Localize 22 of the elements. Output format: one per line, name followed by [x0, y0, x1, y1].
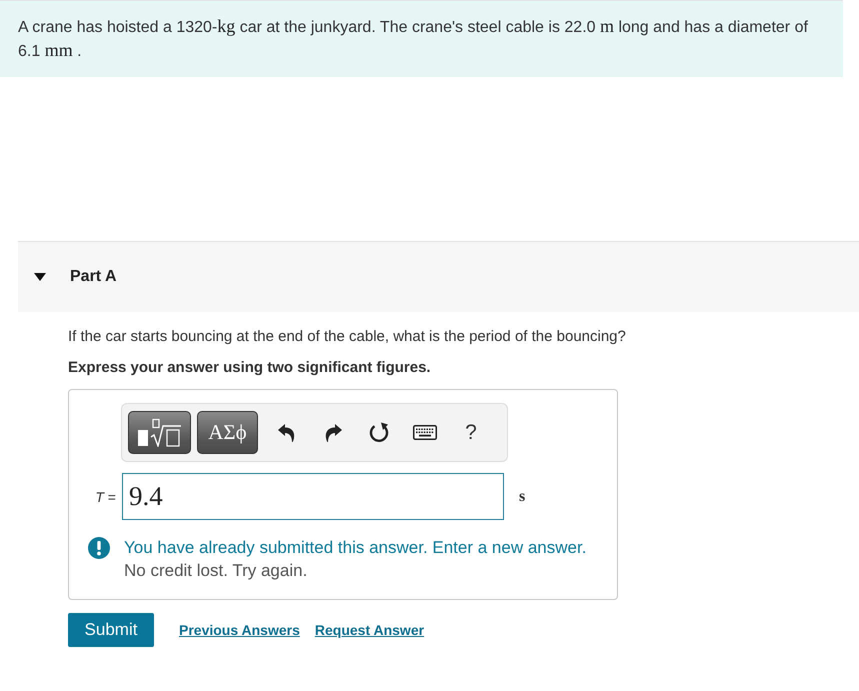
answer-link[interactable]: Request Answer — [314, 622, 424, 638]
alert-icon — [88, 537, 110, 559]
undo-icon — [278, 422, 296, 442]
problem-statement: A crane has hoisted a 1320-kg car at the junkyard. The crane's steel cable is 22.0 m long and has a diameter of 6.1 mm . — [0, 0, 843, 77]
symbols-button[interactable]: ΑΣϕ — [197, 411, 258, 454]
radical-template-icon — [137, 418, 182, 447]
redo-icon — [324, 422, 342, 442]
caret-down-icon[interactable] — [34, 273, 46, 281]
keyboard-icon — [413, 425, 437, 440]
feedback-message: You have already submitted this answer. Enter a new answer. — [124, 537, 586, 559]
unit-label: s — [519, 488, 526, 506]
reset-icon — [368, 422, 390, 444]
help-button[interactable]: ? — [448, 412, 494, 452]
variable-label: T = — [94, 488, 117, 504]
answer-link[interactable]: Previous Answers — [179, 622, 300, 638]
submit-button[interactable]: Submit — [68, 613, 154, 647]
feedback-detail: No credit lost. Try again. — [124, 560, 308, 582]
question-text: If the car starts bouncing at the end of the cable, what is the period of the bouncing? — [68, 327, 627, 347]
instruction-text: Express your answer using two significant figures. — [68, 358, 432, 378]
part-title[interactable]: Part A — [70, 268, 117, 286]
answer-field[interactable]: 9.4 — [122, 473, 504, 520]
templates-button[interactable] — [128, 411, 191, 454]
